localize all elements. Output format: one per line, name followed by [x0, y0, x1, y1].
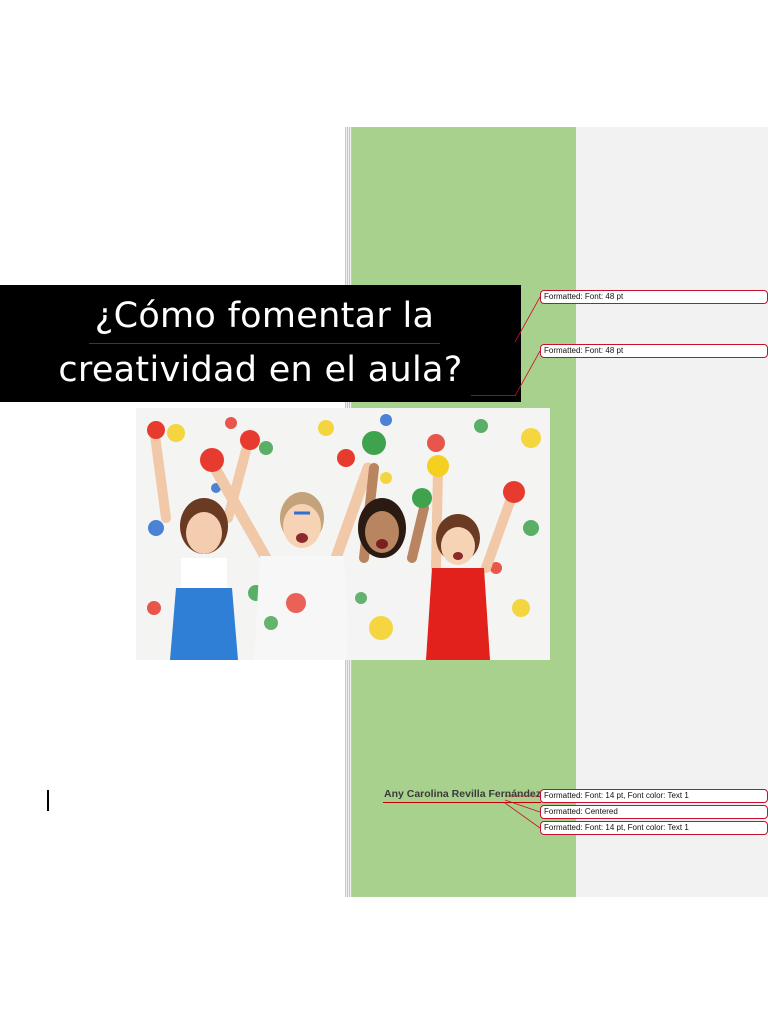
markup-pane — [576, 127, 768, 897]
comment-text: Centered — [584, 807, 618, 816]
comment-prefix: Formatted: — [544, 791, 583, 800]
cover-photo[interactable] — [136, 408, 550, 660]
children-painted-hands-image — [147, 414, 541, 660]
format-comment-balloon[interactable]: Formatted: Font: 14 pt, Font color: Text… — [540, 821, 768, 835]
text-cursor — [47, 790, 49, 811]
document-page: ¿Cómo fomentar la creatividad en el aula… — [0, 0, 768, 1024]
comment-prefix: Formatted: — [544, 292, 583, 301]
comment-text: Font: 48 pt — [584, 292, 624, 301]
author-revision-underline — [383, 802, 541, 803]
comment-prefix: Formatted: — [544, 807, 583, 816]
format-comment-balloon[interactable]: Formatted: Font: 14 pt, Font color: Text… — [540, 789, 768, 803]
author-name[interactable]: Any Carolina Revilla Fernández — [384, 788, 542, 800]
comment-text: Font: 14 pt, Font color: Text 1 — [584, 791, 689, 800]
title-line-1[interactable]: ¿Cómo fomentar la — [88, 290, 441, 344]
comment-prefix: Formatted: — [544, 346, 583, 355]
comment-text: Font: 14 pt, Font color: Text 1 — [584, 823, 689, 832]
format-comment-balloon[interactable]: Formatted: Centered — [540, 805, 768, 819]
title-banner[interactable]: ¿Cómo fomentar la creatividad en el aula… — [0, 285, 521, 402]
child-4 — [426, 455, 525, 660]
format-comment-balloon[interactable]: Formatted: Font: 48 pt — [540, 344, 768, 358]
format-comment-balloon[interactable]: Formatted: Font: 48 pt — [540, 290, 768, 304]
revision-underline — [471, 395, 515, 396]
comment-prefix: Formatted: — [544, 823, 583, 832]
title-line-2[interactable]: creatividad en el aula? — [58, 344, 462, 397]
comment-text: Font: 48 pt — [584, 346, 624, 355]
